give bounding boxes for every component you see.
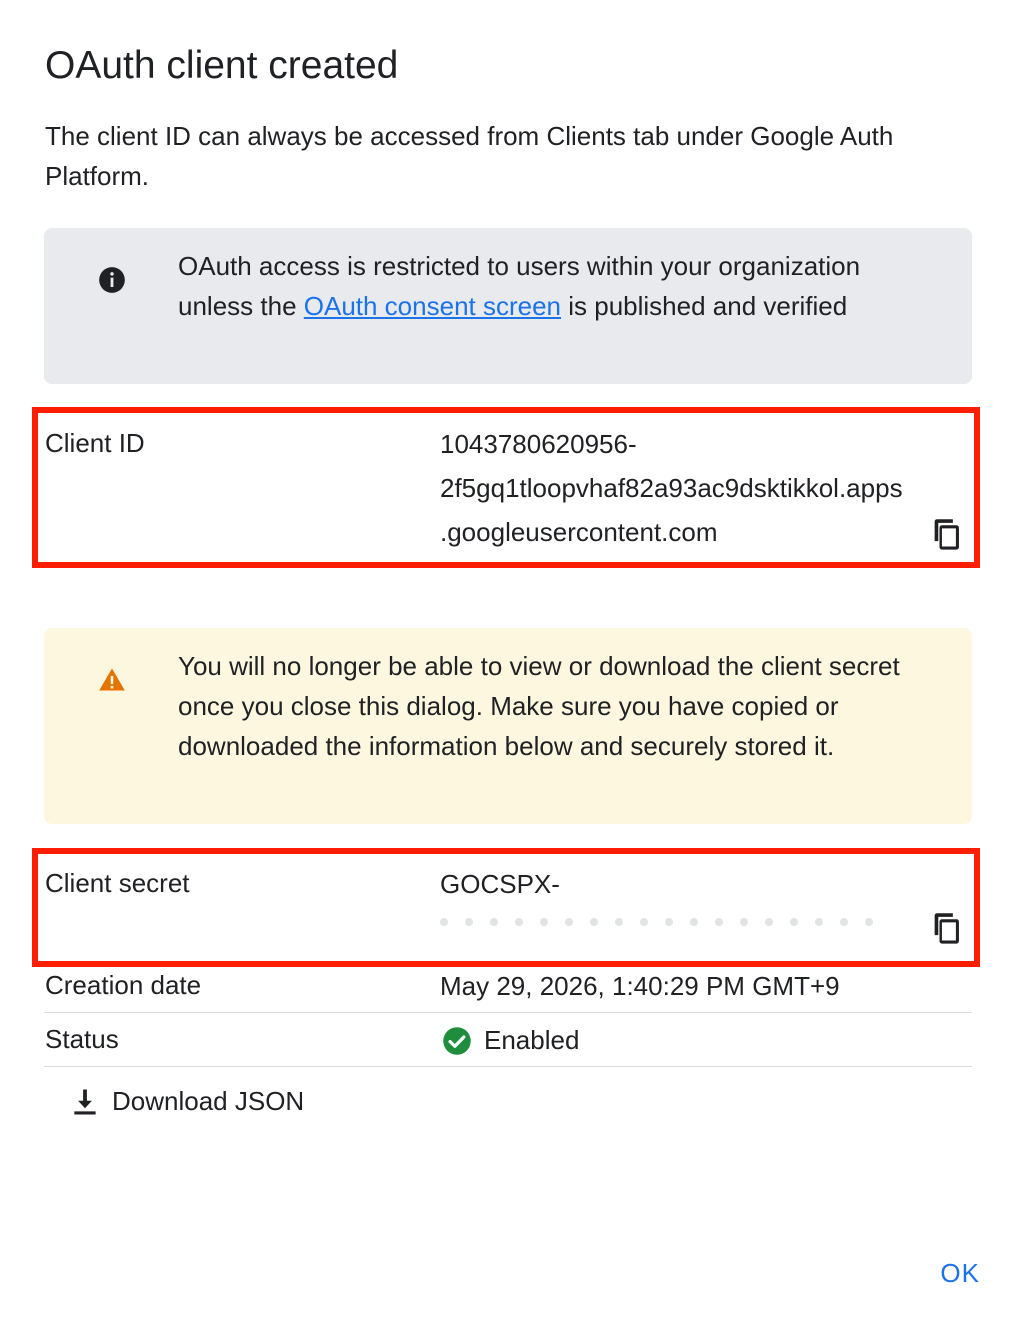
check-circle-icon bbox=[443, 1027, 471, 1055]
status-label: Status bbox=[45, 1024, 119, 1054]
info-banner-text: OAuth access is restricted to users with… bbox=[178, 246, 942, 326]
oauth-consent-screen-link[interactable]: OAuth consent screen bbox=[304, 291, 561, 321]
status-value: Enabled bbox=[484, 1025, 580, 1055]
creation-date-value: May 29, 2026, 1:40:29 PM GMT+9 bbox=[440, 971, 840, 1001]
ok-button[interactable]: OK bbox=[940, 1258, 980, 1289]
warning-icon bbox=[99, 668, 125, 691]
download-json-button[interactable]: Download JSON bbox=[70, 1086, 304, 1117]
download-icon bbox=[74, 1089, 96, 1114]
info-icon bbox=[99, 267, 125, 293]
client-id-highlight bbox=[32, 407, 980, 568]
dialog-description: The client ID can always be accessed fro… bbox=[45, 121, 894, 191]
divider bbox=[44, 1066, 972, 1067]
info-text-after: is published and verified bbox=[561, 291, 848, 321]
client-secret-highlight bbox=[32, 848, 980, 967]
divider bbox=[44, 1012, 972, 1013]
warning-banner: You will no longer be able to view or do… bbox=[44, 628, 972, 824]
download-json-label: Download JSON bbox=[112, 1086, 305, 1116]
creation-date-label: Creation date bbox=[45, 970, 202, 1000]
warning-banner-text: You will no longer be able to view or do… bbox=[178, 651, 900, 761]
dialog-title: OAuth client created bbox=[45, 44, 399, 87]
info-banner: OAuth access is restricted to users with… bbox=[44, 228, 972, 384]
